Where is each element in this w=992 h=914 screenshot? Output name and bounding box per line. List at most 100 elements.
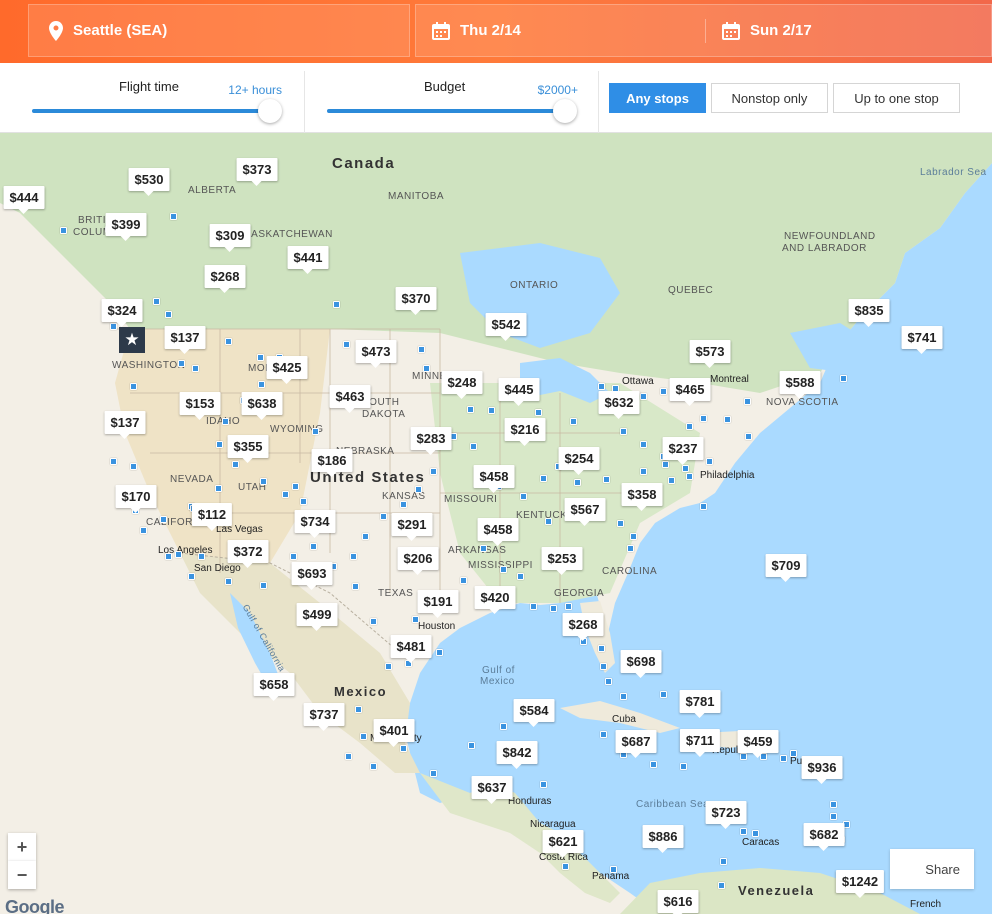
airport-pin[interactable] <box>488 407 495 414</box>
price-marker[interactable]: $463 <box>329 385 371 413</box>
airport-pin[interactable] <box>333 301 340 308</box>
price-marker[interactable]: $1242 <box>835 870 885 898</box>
price-marker[interactable]: $781 <box>679 690 721 718</box>
price-marker[interactable]: $324 <box>101 299 143 327</box>
price-marker[interactable]: $698 <box>620 650 662 678</box>
price-marker[interactable]: $835 <box>848 299 890 327</box>
price-marker[interactable]: $191 <box>417 590 459 618</box>
airport-pin[interactable] <box>130 463 137 470</box>
price-marker[interactable]: $291 <box>391 513 433 541</box>
airport-pin[interactable] <box>110 323 117 330</box>
airport-pin[interactable] <box>360 733 367 740</box>
airport-pin[interactable] <box>415 486 422 493</box>
airport-pin[interactable] <box>470 443 477 450</box>
price-marker[interactable]: $693 <box>291 562 333 590</box>
airport-pin[interactable] <box>188 573 195 580</box>
budget-handle[interactable] <box>553 99 577 123</box>
airport-pin[interactable] <box>565 603 572 610</box>
airport-pin[interactable] <box>610 866 617 873</box>
price-marker[interactable]: $711 <box>679 729 721 757</box>
zoom-in-button[interactable]: + <box>8 833 36 861</box>
price-marker[interactable]: $254 <box>558 447 600 475</box>
airport-pin[interactable] <box>350 553 357 560</box>
airport-pin[interactable] <box>257 354 264 361</box>
airport-pin[interactable] <box>192 365 199 372</box>
airport-pin[interactable] <box>343 341 350 348</box>
airport-pin[interactable] <box>682 465 689 472</box>
airport-pin[interactable] <box>355 706 362 713</box>
airport-pin[interactable] <box>225 578 232 585</box>
airport-pin[interactable] <box>385 663 392 670</box>
price-marker[interactable]: $248 <box>441 371 483 399</box>
airport-pin[interactable] <box>660 691 667 698</box>
airport-pin[interactable] <box>178 360 185 367</box>
price-marker[interactable]: $465 <box>669 378 711 406</box>
flight-price-map[interactable]: Canada United States Mexico Venezuela AL… <box>0 133 992 914</box>
origin-field[interactable]: Seattle (SEA) <box>28 4 410 57</box>
airport-pin[interactable] <box>706 458 713 465</box>
price-marker[interactable]: $459 <box>737 730 779 758</box>
price-marker[interactable]: $283 <box>410 427 452 455</box>
airport-pin[interactable] <box>627 545 634 552</box>
airport-pin[interactable] <box>232 461 239 468</box>
airport-pin[interactable] <box>668 477 675 484</box>
price-marker[interactable]: $573 <box>689 340 731 368</box>
airport-pin[interactable] <box>170 213 177 220</box>
price-marker[interactable]: $170 <box>115 485 157 513</box>
airport-pin[interactable] <box>530 603 537 610</box>
airport-pin[interactable] <box>640 441 647 448</box>
airport-pin[interactable] <box>480 545 487 552</box>
airport-pin[interactable] <box>400 501 407 508</box>
airport-pin[interactable] <box>790 750 797 757</box>
airport-pin[interactable] <box>520 493 527 500</box>
price-marker[interactable]: $734 <box>294 510 336 538</box>
airport-pin[interactable] <box>540 781 547 788</box>
airport-pin[interactable] <box>745 433 752 440</box>
airport-pin[interactable] <box>598 383 605 390</box>
price-marker[interactable]: $567 <box>564 498 606 526</box>
price-marker[interactable]: $936 <box>801 756 843 784</box>
airport-pin[interactable] <box>620 428 627 435</box>
price-marker[interactable]: $444 <box>3 186 45 214</box>
airport-pin[interactable] <box>222 418 229 425</box>
airport-pin[interactable] <box>292 483 299 490</box>
price-marker[interactable]: $687 <box>615 730 657 758</box>
airport-pin[interactable] <box>198 553 205 560</box>
airport-pin[interactable] <box>412 616 419 623</box>
airport-pin[interactable] <box>744 398 751 405</box>
airport-pin[interactable] <box>165 553 172 560</box>
price-marker[interactable]: $237 <box>662 437 704 465</box>
price-marker[interactable]: $268 <box>562 613 604 641</box>
airport-pin[interactable] <box>500 566 507 573</box>
airport-pin[interactable] <box>140 527 147 534</box>
up-to-one-stop-button[interactable]: Up to one stop <box>833 83 960 113</box>
price-marker[interactable]: $473 <box>355 340 397 368</box>
airport-pin[interactable] <box>110 458 117 465</box>
airport-pin[interactable] <box>430 770 437 777</box>
price-marker[interactable]: $137 <box>164 326 206 354</box>
airport-pin[interactable] <box>720 858 727 865</box>
airport-pin[interactable] <box>130 383 137 390</box>
nonstop-only-button[interactable]: Nonstop only <box>711 83 828 113</box>
price-marker[interactable]: $186 <box>311 449 353 477</box>
price-marker[interactable]: $842 <box>496 741 538 769</box>
origin-star-marker[interactable]: ★ <box>119 327 145 353</box>
price-marker[interactable]: $741 <box>901 326 943 354</box>
airport-pin[interactable] <box>282 491 289 498</box>
price-marker[interactable]: $723 <box>705 801 747 829</box>
price-marker[interactable]: $445 <box>498 378 540 406</box>
price-marker[interactable]: $420 <box>474 586 516 614</box>
airport-pin[interactable] <box>605 678 612 685</box>
price-marker[interactable]: $372 <box>227 540 269 568</box>
airport-pin[interactable] <box>370 763 377 770</box>
airport-pin[interactable] <box>686 473 693 480</box>
airport-pin[interactable] <box>345 753 352 760</box>
airport-pin[interactable] <box>600 731 607 738</box>
price-marker[interactable]: $373 <box>236 158 278 186</box>
price-marker[interactable]: $616 <box>657 890 699 914</box>
airport-pin[interactable] <box>600 663 607 670</box>
airport-pin[interactable] <box>740 828 747 835</box>
airport-pin[interactable] <box>535 409 542 416</box>
airport-pin[interactable] <box>550 605 557 612</box>
zoom-out-button[interactable]: − <box>8 861 36 889</box>
